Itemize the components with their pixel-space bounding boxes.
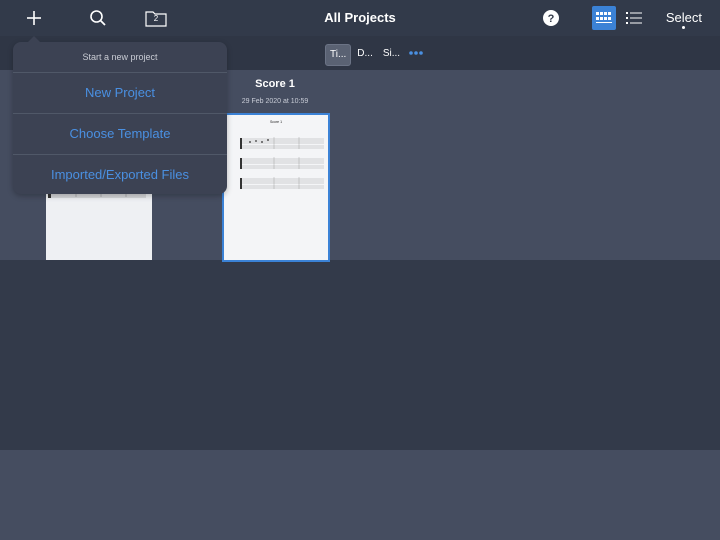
project-date: 29 Feb 2020 at 10:59 — [241, 98, 309, 105]
select-indicator — [682, 26, 685, 29]
popover-header: Start a new project — [13, 42, 227, 73]
popover-arrow — [27, 36, 41, 43]
score-preview — [48, 192, 146, 198]
grid-view-button[interactable] — [592, 6, 616, 30]
new-project-popover: Start a new project New Project Choose T… — [13, 36, 227, 195]
sort-option-size[interactable]: Si... — [379, 44, 404, 64]
project-thumbnail[interactable]: Score 1 — [222, 113, 330, 262]
top-bar: 2 All Projects ? Select — [0, 0, 720, 36]
sort-segmented-control: Ti... D... Si... — [325, 44, 404, 66]
imported-exported-files-option[interactable]: Imported/Exported Files — [13, 155, 227, 195]
project-thumbnail-hidden[interactable] — [46, 190, 152, 260]
choose-template-option[interactable]: Choose Template — [13, 114, 227, 155]
more-icon[interactable] — [408, 48, 424, 58]
svg-text:?: ? — [548, 13, 555, 25]
new-project-option[interactable]: New Project — [13, 73, 227, 114]
sort-option-date[interactable]: D... — [353, 44, 377, 64]
grid-view-icon — [596, 12, 612, 23]
score-preview: Score 1 — [240, 120, 324, 189]
empty-area — [0, 260, 720, 450]
select-button[interactable]: Select — [666, 10, 702, 25]
help-icon[interactable]: ? — [542, 8, 560, 28]
list-view-icon[interactable] — [625, 8, 643, 28]
project-title: Score 1 — [255, 78, 295, 90]
thumb-score-title: Score 1 — [270, 120, 282, 124]
sort-option-title[interactable]: Ti... — [325, 44, 352, 66]
